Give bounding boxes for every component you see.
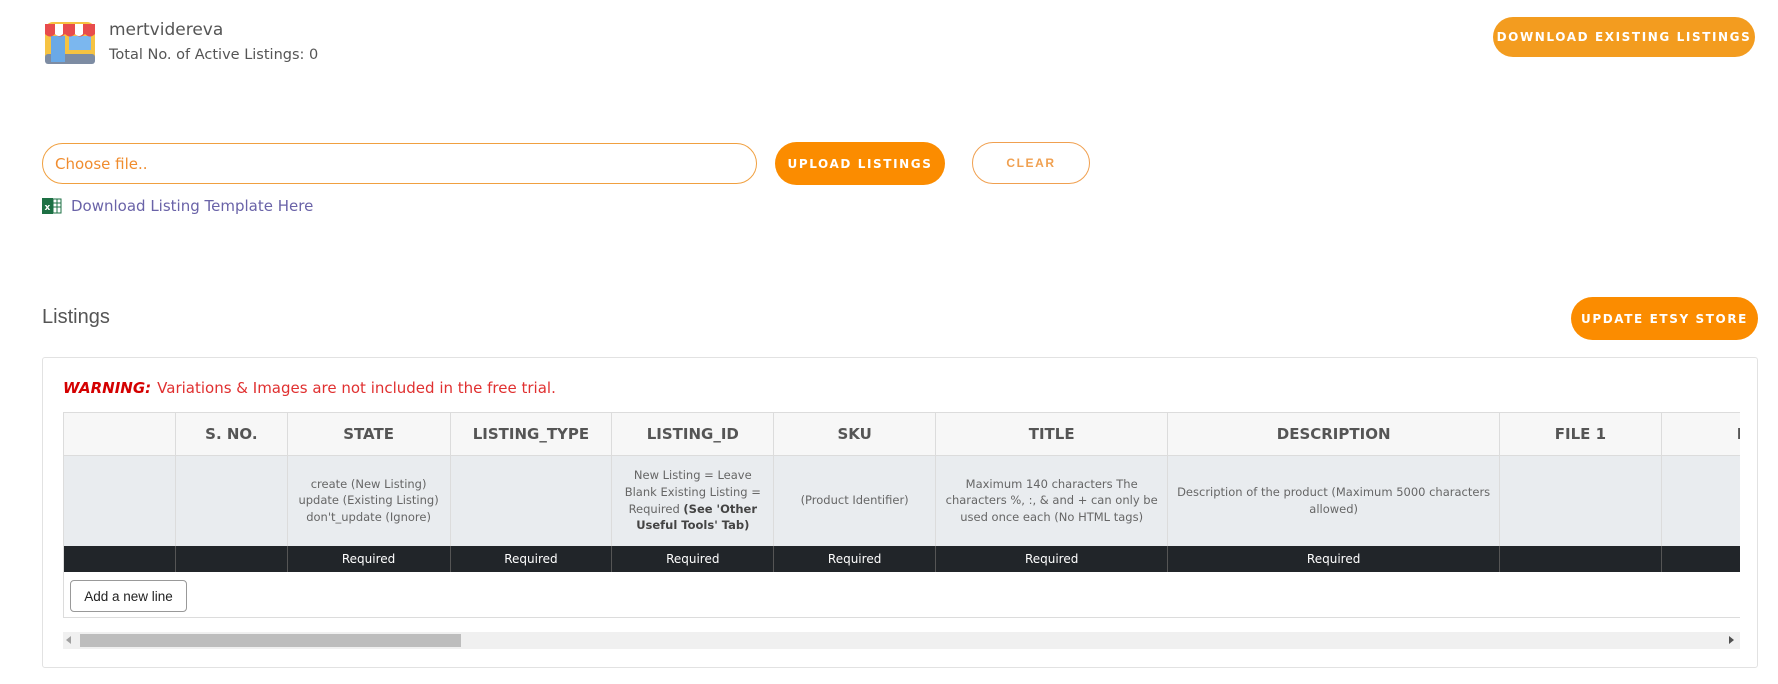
info-cell-listing-id: New Listing = Leave Blank Existing Listi… [611,455,775,546]
listings-table: S. NO. STATE LISTING_TYPE LISTING_ID SKU… [64,412,1740,572]
trial-warning: WARNING: Variations & Images are not incl… [63,379,556,397]
info-cell-s-no [175,455,288,546]
required-cell-file-2 [1661,545,1740,572]
table-header-row: S. NO. STATE LISTING_TYPE LISTING_ID SKU… [64,412,1740,456]
column-header-file-2: FILE 2 [1661,412,1740,456]
active-listings-count: Total No. of Active Listings: 0 [109,47,319,63]
download-template-link[interactable]: Download Listing Template Here [71,197,313,215]
table-info-row: create (New Listing) update (Existing Li… [64,455,1740,546]
info-cell-file-2 [1661,455,1740,546]
column-header-file-1: FILE 1 [1499,412,1662,456]
required-cell-file-1 [1499,545,1662,572]
required-cell-s-no [175,545,288,572]
column-header-listing-type: LISTING_TYPE [450,412,613,456]
file-chooser-placeholder: Choose file.. [55,154,148,173]
store-icon [43,18,97,66]
upload-listings-button[interactable]: UPLOAD LISTINGS [775,142,945,185]
listings-table-container: S. NO. STATE LISTING_TYPE LISTING_ID SKU… [63,412,1740,618]
column-header-sku: SKU [773,412,937,456]
info-cell-state: create (New Listing) update (Existing Li… [287,455,451,546]
clear-button[interactable]: CLEAR [972,142,1090,184]
warning-text: Variations & Images are not included in … [157,379,556,397]
info-cell-title: Maximum 140 characters The characters %,… [935,455,1169,546]
required-cell-state: Required [287,545,451,572]
required-cell-description: Required [1167,545,1501,572]
svg-text:x: x [45,203,51,213]
scroll-right-arrow-icon[interactable] [1729,636,1734,644]
required-cell [64,545,177,572]
excel-icon: x [42,197,62,215]
column-header-listing-id: LISTING_ID [611,412,775,456]
download-existing-listings-button[interactable]: DOWNLOAD EXISTING LISTINGS [1493,17,1755,57]
horizontal-scrollbar[interactable] [63,632,1740,649]
scrollbar-thumb[interactable] [80,634,461,647]
column-header-title: TITLE [935,412,1169,456]
info-cell-sku: (Product Identifier) [773,455,937,546]
info-cell [64,455,177,546]
add-new-line-button[interactable]: Add a new line [70,580,187,612]
required-cell-listing-id: Required [611,545,775,572]
warning-label: WARNING: [63,379,152,397]
listings-title: Listings [42,306,110,328]
required-cell-listing-type: Required [450,545,613,572]
column-header-description: DESCRIPTION [1167,412,1501,456]
column-header [64,412,177,456]
column-header-state: STATE [287,412,451,456]
info-cell-description: Description of the product (Maximum 5000… [1167,455,1501,546]
file-chooser-input[interactable]: Choose file.. [42,143,757,184]
table-required-row: Required Required Required Required Requ… [64,545,1740,572]
update-etsy-store-button[interactable]: UPDATE ETSY STORE [1571,297,1758,340]
required-cell-sku: Required [773,545,937,572]
shop-name: mertvidereva [109,20,224,40]
download-template-row: x Download Listing Template Here [42,197,313,215]
column-header-s-no: S. NO. [175,412,288,456]
required-cell-title: Required [935,545,1169,572]
listings-card: WARNING: Variations & Images are not incl… [42,357,1758,668]
info-cell-listing-type [450,455,613,546]
scroll-left-arrow-icon[interactable] [66,636,71,644]
info-cell-file-1 [1499,455,1662,546]
